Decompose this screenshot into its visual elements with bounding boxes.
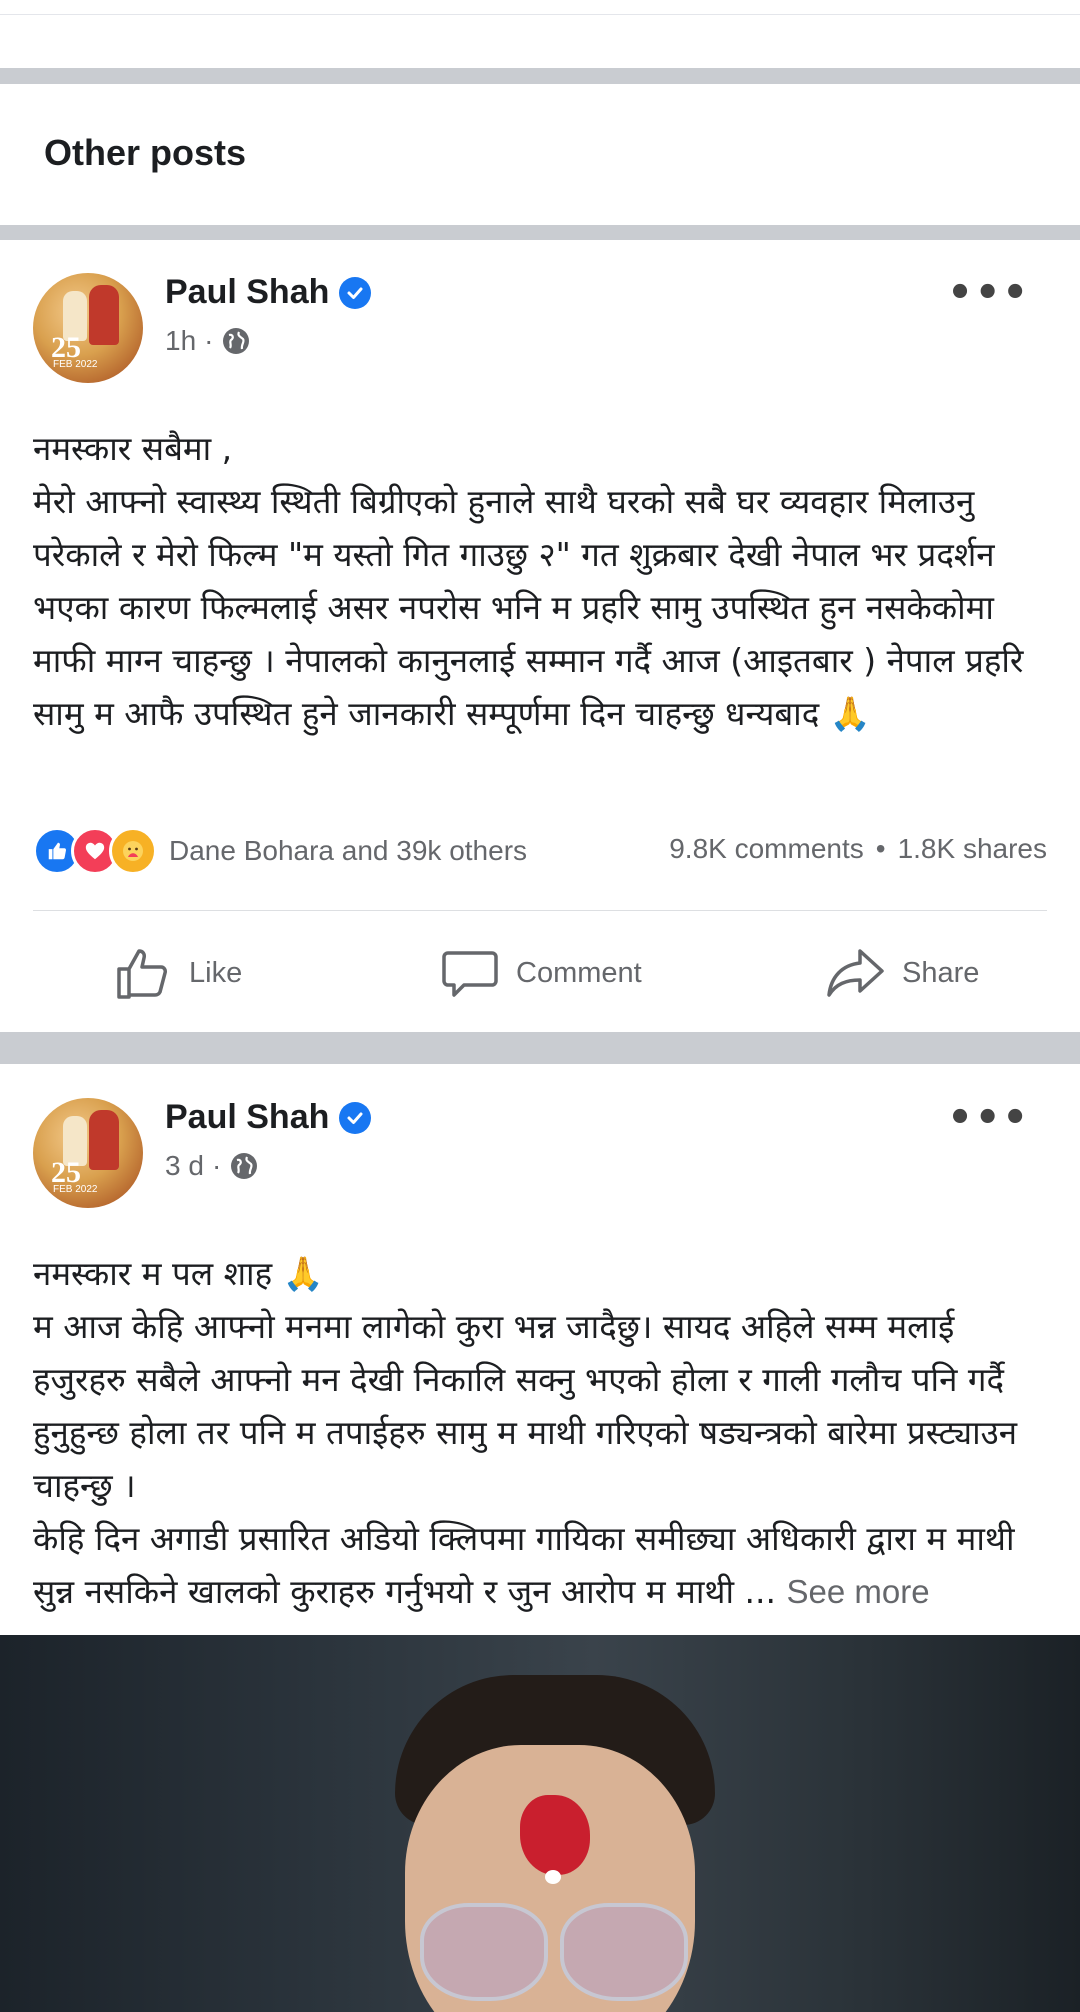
comment-button[interactable]: Comment xyxy=(442,945,642,1001)
verified-badge-icon xyxy=(339,276,372,309)
post-divider xyxy=(0,1032,1080,1064)
author-name-text[interactable]: Paul Shah xyxy=(165,1098,329,1137)
post-text: नमस्कार म पल शाह 🙏 म आज केहि आफ्नो मनमा … xyxy=(33,1247,1043,1618)
share-arrow-icon xyxy=(827,949,884,997)
previous-post-action-bar xyxy=(0,0,1080,15)
public-globe-icon xyxy=(223,328,250,354)
sunglasses-left-lens xyxy=(420,1903,548,2001)
thumbs-up-icon xyxy=(117,949,167,999)
comments-count[interactable]: 9.8K comments xyxy=(669,833,864,865)
speech-bubble-icon xyxy=(442,951,498,997)
comment-label: Comment xyxy=(516,956,642,989)
section-divider xyxy=(0,68,1080,84)
post-text: नमस्कार सबैमा , मेरो आफ्नो स्वास्थ्य स्थ… xyxy=(33,422,1043,740)
avatar[interactable]: 25 FEB 2022 xyxy=(33,273,143,383)
post-paragraph: मेरो आफ्नो स्वास्थ्य स्थिती बिग्रीएको हु… xyxy=(33,482,1024,733)
avatar[interactable]: 25 FEB 2022 xyxy=(33,1098,143,1208)
share-button[interactable]: Share xyxy=(826,945,979,1001)
more-options-button[interactable]: ••• xyxy=(947,270,1030,316)
post-meta: 1h · xyxy=(165,325,251,357)
post-meta: 3 d · xyxy=(165,1150,259,1182)
more-options-button[interactable]: ••• xyxy=(947,1095,1030,1141)
public-globe-icon xyxy=(231,1153,258,1179)
author-name-text[interactable]: Paul Shah xyxy=(165,273,329,312)
author-name[interactable]: Paul Shah xyxy=(165,273,372,312)
post-paragraph: नमस्कार म पल शाह 🙏 xyxy=(33,1254,324,1293)
reactions-text[interactable]: Dane Bohara and 39k others xyxy=(169,835,527,867)
like-button[interactable]: Like xyxy=(115,945,242,1001)
separator-line xyxy=(33,910,1047,911)
sunglasses-right-lens xyxy=(560,1903,688,2001)
share-label: Share xyxy=(902,956,980,989)
author-name[interactable]: Paul Shah xyxy=(165,1098,372,1137)
care-reaction-icon xyxy=(109,827,157,875)
like-label: Like xyxy=(189,956,243,989)
section-title: Other posts xyxy=(44,132,247,173)
post-time[interactable]: 1h xyxy=(165,325,196,357)
verified-badge-icon xyxy=(339,1101,372,1134)
shares-count[interactable]: 1.8K shares xyxy=(898,833,1047,865)
post-time[interactable]: 3 d xyxy=(165,1150,204,1182)
post-counts: 9.8K comments • 1.8K shares xyxy=(669,833,1047,865)
post-paragraph: केहि दिन अगाडी प्रसारित अडियो क्लिपमा गा… xyxy=(33,1519,1015,1611)
reactions-summary[interactable]: Dane Bohara and 39k others xyxy=(33,827,527,875)
post-paragraph: नमस्कार सबैमा , xyxy=(33,429,233,468)
see-more-link[interactable]: See more xyxy=(787,1573,930,1610)
post-photo[interactable] xyxy=(0,1635,1080,2012)
section-divider xyxy=(0,225,1080,240)
post-paragraph: म आज केहि आफ्नो मनमा लागेको कुरा भन्न जा… xyxy=(33,1307,1018,1505)
